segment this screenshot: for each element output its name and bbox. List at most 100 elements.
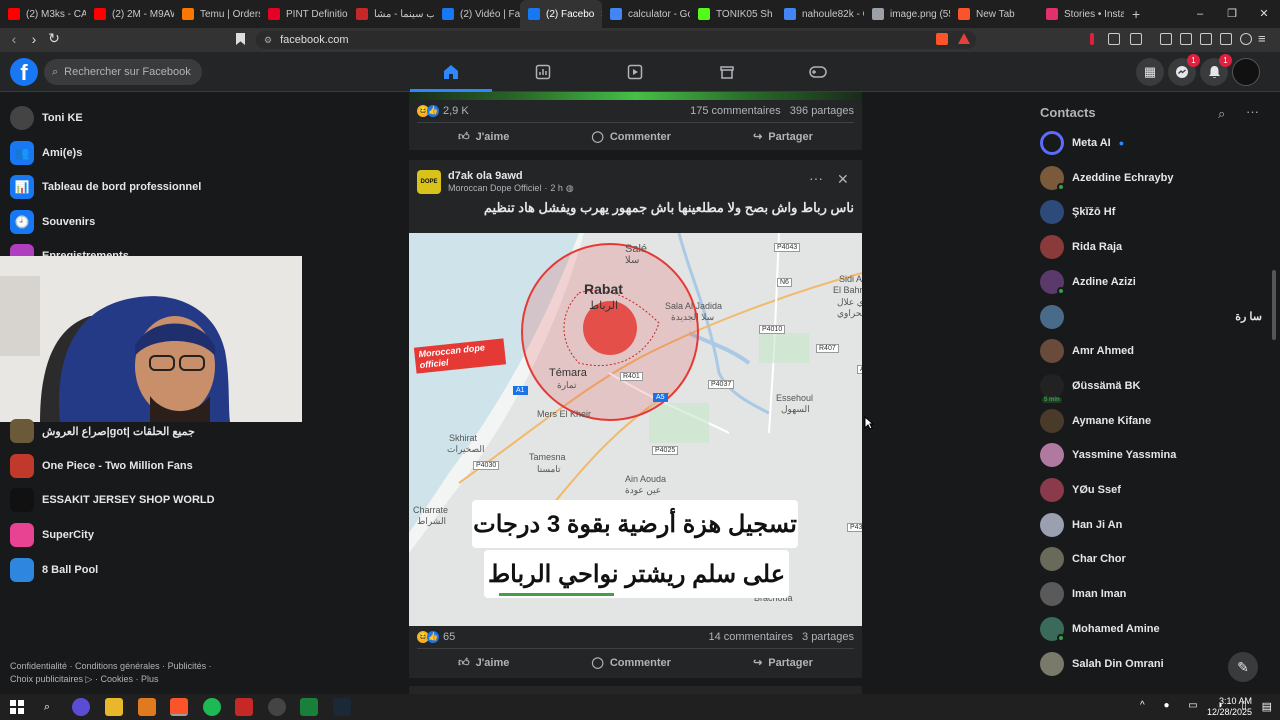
shortcut-item[interactable]: ESSAKIT JERSEY SHOP WORLD [10, 487, 215, 513]
video-icon[interactable] [623, 60, 647, 84]
app-icon[interactable] [235, 698, 253, 716]
contact-item[interactable]: Char Chor [1040, 545, 1262, 573]
file-explorer-icon[interactable] [105, 698, 123, 716]
taskbar-clock[interactable]: 3:10 AM 12/28/2025 [1207, 696, 1252, 718]
page-avatar[interactable]: DOPE [417, 170, 441, 194]
new-message-button[interactable]: ✎ [1228, 652, 1258, 682]
music-icon[interactable] [1160, 33, 1172, 45]
dashboard-icon[interactable] [531, 60, 555, 84]
contact-item[interactable]: Aymane Kifane [1040, 407, 1262, 435]
post-author[interactable]: d7ak ola 9awd [448, 170, 523, 182]
back-icon[interactable]: ‹ [4, 31, 24, 47]
menu-icon[interactable]: ≡ [1258, 31, 1266, 46]
comment-count[interactable]: 175 commentaires [690, 105, 781, 117]
post-close-button[interactable]: ✕ [837, 171, 849, 188]
profile-avatar[interactable] [1232, 58, 1260, 86]
wallet-icon[interactable] [1200, 33, 1212, 45]
reaction-count[interactable]: 2,9 K [443, 105, 469, 117]
comment-button[interactable]: ◯ Commenter [592, 656, 671, 670]
shortcut-item[interactable]: One Piece - Two Million Fans [10, 453, 193, 479]
app-icon[interactable] [268, 698, 286, 716]
contact-item[interactable]: Iman Iman [1040, 580, 1262, 608]
browser-tab[interactable]: Stories • Instag [1038, 0, 1124, 28]
contact-item[interactable]: Amr Ahmed [1040, 337, 1262, 365]
marketplace-icon[interactable] [715, 60, 739, 84]
contact-item[interactable]: Meta AI ● [1040, 129, 1262, 157]
contact-item[interactable]: Azeddine Echrayby [1040, 164, 1262, 192]
forward-icon[interactable]: › [24, 31, 44, 47]
contacts-search-icon[interactable]: ⌕ [1218, 106, 1225, 122]
shortcut-item[interactable]: 8 Ball Pool [10, 557, 98, 583]
post-page[interactable]: Moroccan Dope Officiel [448, 183, 541, 194]
footer-links-2[interactable]: Choix publicitaires ▷ · Cookies · Plus [10, 673, 230, 686]
contact-item[interactable]: Han Ji An [1040, 511, 1262, 539]
reload-icon[interactable]: ↻ [44, 30, 64, 47]
maximize-icon[interactable]: ❐ [1216, 0, 1248, 28]
app-icon[interactable] [300, 698, 318, 716]
share-button[interactable]: ↪ Partager [753, 656, 813, 670]
search-input[interactable]: ⌕ Rechercher sur Facebook [44, 59, 202, 85]
browser-tab[interactable]: (2) M3ks - CAL [0, 0, 86, 28]
browser-tab[interactable]: توب سينما - مشا [348, 0, 434, 28]
shortcut-item[interactable]: SuperCity [10, 522, 94, 548]
scrollbar[interactable] [1272, 270, 1276, 340]
brave-icon[interactable] [170, 698, 188, 716]
browser-tab[interactable]: Temu | Orders [174, 0, 260, 28]
menu-grid-icon[interactable]: ▦ [1136, 58, 1164, 86]
bookmark-icon[interactable] [236, 33, 245, 45]
shortcut-item[interactable]: صراع العروش|got| جميع الحلقات [10, 418, 195, 444]
browser-tab[interactable]: (2) 2M - M9AW [86, 0, 174, 28]
sidebar-item[interactable]: 📊 Tableau de bord professionnel [10, 174, 201, 200]
brave-shield-icon[interactable] [936, 33, 948, 45]
spotify-icon[interactable] [203, 698, 221, 716]
post-image-map[interactable]: Salé سلا Rabat الرباط Sala Al Jadida سلا… [409, 233, 862, 626]
contact-item[interactable]: YØu Ssef [1040, 476, 1262, 504]
post-more-button[interactable]: ··· [809, 170, 823, 186]
extensions-icon[interactable] [1108, 33, 1120, 45]
leo-icon[interactable] [1220, 33, 1232, 45]
share-count[interactable]: 3 partages [802, 631, 854, 643]
contacts-more-icon[interactable]: ··· [1246, 104, 1259, 119]
brave-rewards-icon[interactable] [958, 33, 970, 44]
browser-tab[interactable]: TONIK05 Sh [690, 0, 776, 28]
reaction-count[interactable]: 65 [443, 631, 455, 643]
url-field[interactable]: ⚙ facebook.com [256, 31, 976, 49]
comment-button[interactable]: ◯ Commenter [592, 130, 671, 144]
browser-tab[interactable]: image.png (55€ [864, 0, 950, 28]
browser-tab[interactable]: calculator - Goo [602, 0, 690, 28]
steam-icon[interactable] [333, 698, 351, 716]
like-button[interactable]: 👍︎ J'aime [458, 656, 509, 670]
search-icon[interactable]: ⌕ [38, 698, 56, 716]
notification-center-icon[interactable]: ▤ [1262, 700, 1272, 713]
share-button[interactable]: ↪ Partager [753, 130, 813, 144]
app-icon[interactable] [72, 698, 90, 716]
contact-item[interactable]: 5 min Øüssämä BK [1040, 372, 1262, 403]
gaming-icon[interactable] [806, 60, 830, 84]
close-window-icon[interactable]: ✕ [1248, 0, 1280, 28]
contact-item[interactable]: Yassmine Yassmina [1040, 441, 1262, 469]
like-button[interactable]: 👍︎ J'aime [458, 130, 509, 144]
contact-item[interactable]: Rida Raja [1040, 233, 1262, 261]
media-icon[interactable] [1130, 33, 1142, 45]
contact-item[interactable]: سا رة [1040, 303, 1262, 331]
footer-links-1[interactable]: Confidentialité · Conditions générales ·… [10, 660, 230, 673]
home-icon[interactable] [439, 60, 463, 84]
notifications-icon[interactable]: 1 [1200, 54, 1232, 86]
sidebar-item[interactable]: 👥 Ami(e)s [10, 140, 82, 166]
post-time[interactable]: 2 h [550, 183, 563, 194]
extension-icon[interactable] [1090, 33, 1094, 45]
vpn-icon[interactable] [1240, 33, 1252, 45]
sidebar-icon[interactable] [1180, 33, 1192, 45]
messenger-icon[interactable]: 1 [1168, 54, 1200, 86]
browser-tab[interactable]: (2) Vidéo | Face [434, 0, 520, 28]
browser-tab[interactable]: nahoule82k - G [776, 0, 864, 28]
minimize-icon[interactable]: – [1184, 0, 1216, 28]
comment-count[interactable]: 14 commentaires [708, 631, 792, 643]
contact-item[interactable]: Mohamed Amine [1040, 615, 1262, 643]
sidebar-item[interactable]: Toni KE [10, 105, 83, 131]
facebook-logo[interactable]: f [10, 58, 38, 86]
browser-tab[interactable]: New Tab [950, 0, 1038, 28]
share-count[interactable]: 396 partages [790, 105, 854, 117]
browser-tab[interactable]: (2) Facebo✕ [520, 0, 602, 28]
sidebar-item[interactable]: 🕘 Souvenirs [10, 209, 95, 235]
